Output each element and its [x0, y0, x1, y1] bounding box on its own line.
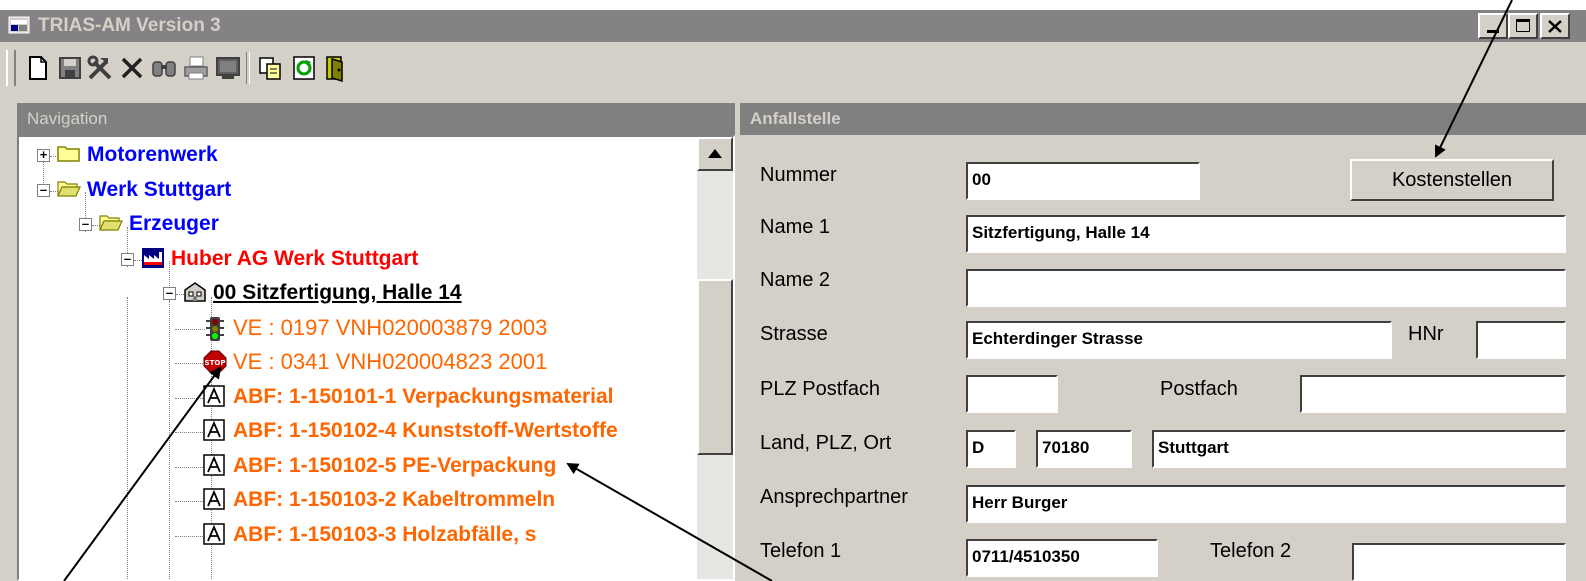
- annotation-arrows: [63, 0, 1513, 581]
- arrow-to-tree-icons: [63, 366, 222, 581]
- arrow-to-tree-entries: [566, 463, 773, 581]
- arrow-to-kostenstellen: [1434, 0, 1513, 158]
